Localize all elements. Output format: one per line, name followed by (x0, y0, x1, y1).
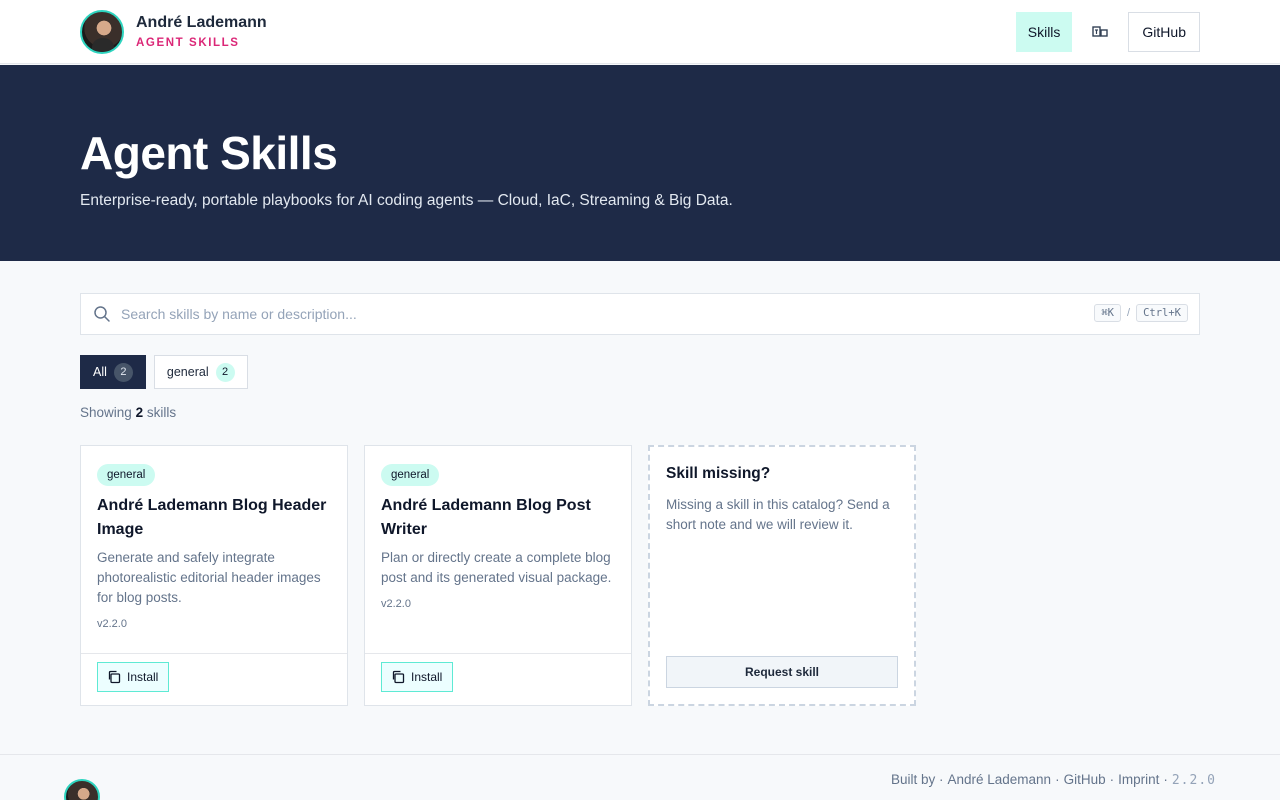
nav-skills-link[interactable]: Skills (1015, 12, 1073, 52)
brand-subtitle: AGENT SKILLS (136, 37, 240, 49)
category-tag: general (97, 464, 156, 486)
card-footer: Install (365, 653, 631, 705)
main-nav: Skills GitHub (1015, 12, 1200, 52)
copy-icon (108, 670, 121, 684)
author-link[interactable]: André Lademann (947, 772, 1051, 787)
brand-link[interactable]: André Lademann AGENT SKILLS (80, 10, 267, 54)
search-shortcut-hint: ⌘K / Ctrl+K (1094, 304, 1188, 322)
page-footer: Built by · André Lademann · GitHub · Imp… (0, 754, 1280, 800)
footer-separator: · (1055, 772, 1060, 787)
results-prefix: Showing (80, 405, 132, 420)
install-button[interactable]: Install (97, 662, 170, 692)
skill-missing-card: Skill missing? Missing a skill in this c… (648, 445, 916, 706)
filter-label: general (166, 365, 209, 379)
skill-title: André Lademann Blog Header Image (97, 497, 327, 538)
search-input[interactable] (121, 294, 1021, 334)
footer-version: 2.2.0 (1171, 773, 1216, 788)
skill-version: v2.2.0 (97, 618, 127, 630)
missing-description: Missing a skill in this catalog? Send a … (666, 497, 890, 532)
shortcut-separator: / (1127, 307, 1131, 319)
install-label: Install (411, 670, 443, 684)
filter-label: All (93, 365, 107, 379)
avatar (80, 10, 124, 54)
install-button[interactable]: Install (381, 662, 454, 692)
hero-banner: Agent Skills Enterprise-ready, portable … (0, 65, 1280, 261)
skill-card[interactable]: general André Lademann Blog Header Image… (80, 445, 348, 706)
translate-icon (1092, 26, 1109, 37)
missing-title: Skill missing? (666, 465, 771, 482)
footer-separator: · (1109, 772, 1115, 787)
skill-title: André Lademann Blog Post Writer (381, 497, 591, 538)
search-box: ⌘K / Ctrl+K (80, 293, 1200, 335)
avatar (64, 779, 100, 800)
top-navigation-bar: André Lademann AGENT SKILLS Skills GitHu… (0, 0, 1280, 64)
imprint-link[interactable]: Imprint (1118, 772, 1159, 787)
filter-count: 2 (215, 362, 235, 382)
language-toggle-button[interactable] (1080, 12, 1120, 52)
brand-name: André Lademann (136, 14, 267, 31)
search-icon (94, 306, 110, 322)
github-link[interactable]: GitHub (1128, 12, 1200, 52)
copy-icon (392, 670, 405, 684)
results-number: 2 (135, 405, 144, 420)
results-suffix: skills (146, 405, 177, 420)
install-label: Install (127, 670, 159, 684)
skill-description: Plan or directly create a complete blog … (381, 550, 612, 585)
filter-count: 2 (113, 362, 133, 382)
category-tag: general (381, 464, 440, 486)
category-filters: All 2 general 2 (80, 355, 248, 389)
footer-links: Built by · André Lademann · GitHub · Imp… (891, 772, 1216, 788)
shortcut-mac: ⌘K (1094, 304, 1121, 322)
card-footer: Install (81, 653, 347, 705)
page-subtitle: Enterprise-ready, portable playbooks for… (80, 192, 733, 209)
results-count: Showing 2 skills (80, 405, 176, 420)
skill-version: v2.2.0 (381, 598, 411, 610)
skill-card[interactable]: general André Lademann Blog Post Writer … (364, 445, 632, 706)
page-title: Agent Skills (80, 127, 338, 179)
request-skill-button[interactable]: Request skill (666, 656, 898, 688)
footer-github-link[interactable]: GitHub (1064, 772, 1106, 787)
built-by-label: Built by · (890, 772, 944, 787)
skill-description: Generate and safely integrate photoreali… (97, 550, 321, 605)
brand-text: André Lademann AGENT SKILLS (136, 13, 267, 51)
filter-all[interactable]: All 2 (80, 355, 146, 389)
filter-general[interactable]: general 2 (153, 355, 248, 389)
shortcut-windows: Ctrl+K (1136, 304, 1188, 322)
footer-separator: · (1163, 772, 1168, 787)
